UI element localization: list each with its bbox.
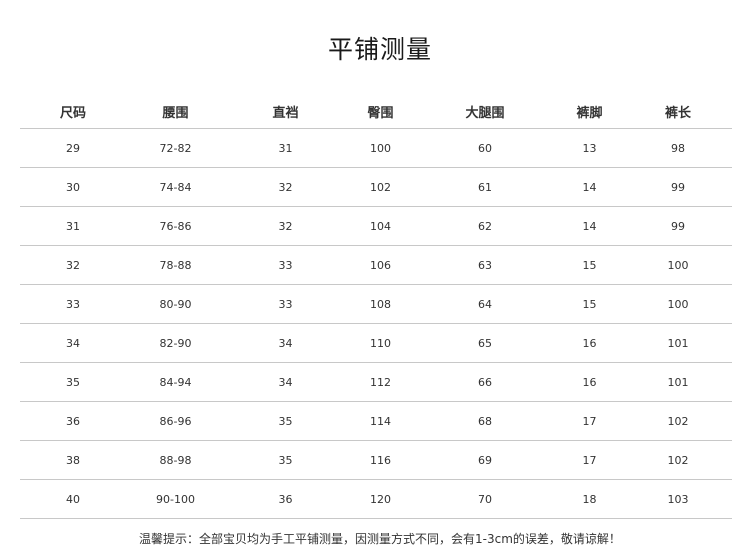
- cell-size: 30: [20, 167, 126, 207]
- cell-waist: 82-90: [126, 323, 225, 363]
- cell-rise: 33: [225, 245, 346, 285]
- cell-waist: 78-88: [126, 245, 225, 285]
- cell-rise: 32: [225, 167, 346, 207]
- cell-length: 101: [624, 323, 732, 363]
- cell-waist: 90-100: [126, 479, 225, 519]
- cell-hip: 102: [346, 167, 415, 207]
- table-row: 34 82-90 34 110 65 16 101: [20, 323, 732, 363]
- cell-rise: 33: [225, 284, 346, 324]
- cell-waist: 72-82: [126, 128, 225, 168]
- cell-hip: 106: [346, 245, 415, 285]
- cell-length: 99: [624, 167, 732, 207]
- cell-thigh: 66: [415, 362, 555, 402]
- header-waist: 腰围: [126, 88, 225, 129]
- header-hip: 臀围: [346, 88, 415, 129]
- header-row: 尺码 腰围 直裆 臀围 大腿围 裤脚 裤长: [20, 88, 732, 129]
- cell-hip: 100: [346, 128, 415, 168]
- header-size: 尺码: [20, 88, 126, 129]
- cell-rise: 35: [225, 440, 346, 480]
- cell-waist: 88-98: [126, 440, 225, 480]
- header-rise: 直裆: [225, 88, 346, 129]
- cell-rise: 31: [225, 128, 346, 168]
- cell-rise: 35: [225, 401, 346, 441]
- cell-rise: 34: [225, 362, 346, 402]
- table-row: 38 88-98 35 116 69 17 102: [20, 440, 732, 480]
- cell-thigh: 60: [415, 128, 555, 168]
- measurement-note: 温馨提示：全部宝贝均为手工平铺测量，因测量方式不同，会有1-3cm的误差，敬请谅…: [139, 532, 621, 546]
- cell-length: 101: [624, 362, 732, 402]
- cell-length: 100: [624, 284, 732, 324]
- size-table: 尺码 腰围 直裆 臀围 大腿围 裤脚 裤长 29 72-82 31 100 60 13 98…: [20, 88, 732, 519]
- cell-leg-opening: 15: [555, 245, 624, 285]
- cell-waist: 80-90: [126, 284, 225, 324]
- cell-size: 33: [20, 284, 126, 324]
- cell-size: 40: [20, 479, 126, 519]
- header-length: 裤长: [624, 88, 732, 129]
- cell-waist: 84-94: [126, 362, 225, 402]
- table-row: 29 72-82 31 100 60 13 98: [20, 128, 732, 168]
- cell-size: 34: [20, 323, 126, 363]
- cell-thigh: 63: [415, 245, 555, 285]
- cell-waist: 76-86: [126, 206, 225, 246]
- cell-length: 98: [624, 128, 732, 168]
- cell-leg-opening: 17: [555, 401, 624, 441]
- table-row: 33 80-90 33 108 64 15 100: [20, 284, 732, 324]
- cell-hip: 110: [346, 323, 415, 363]
- header-leg-opening: 裤脚: [555, 88, 624, 129]
- cell-hip: 112: [346, 362, 415, 402]
- cell-size: 31: [20, 206, 126, 246]
- header-thigh: 大腿围: [415, 88, 555, 129]
- table-row: 32 78-88 33 106 63 15 100: [20, 245, 732, 285]
- cell-size: 29: [20, 128, 126, 168]
- cell-leg-opening: 18: [555, 479, 624, 519]
- cell-leg-opening: 14: [555, 167, 624, 207]
- table-row: 36 86-96 35 114 68 17 102: [20, 401, 732, 441]
- cell-thigh: 61: [415, 167, 555, 207]
- cell-thigh: 69: [415, 440, 555, 480]
- cell-leg-opening: 13: [555, 128, 624, 168]
- cell-length: 103: [624, 479, 732, 519]
- cell-hip: 108: [346, 284, 415, 324]
- cell-size: 38: [20, 440, 126, 480]
- cell-leg-opening: 15: [555, 284, 624, 324]
- cell-hip: 116: [346, 440, 415, 480]
- cell-size: 36: [20, 401, 126, 441]
- cell-thigh: 62: [415, 206, 555, 246]
- table-row: 31 76-86 32 104 62 14 99: [20, 206, 732, 246]
- cell-thigh: 64: [415, 284, 555, 324]
- cell-hip: 120: [346, 479, 415, 519]
- cell-hip: 104: [346, 206, 415, 246]
- cell-leg-opening: 17: [555, 440, 624, 480]
- cell-thigh: 70: [415, 479, 555, 519]
- cell-length: 102: [624, 401, 732, 441]
- cell-leg-opening: 16: [555, 323, 624, 363]
- cell-hip: 114: [346, 401, 415, 441]
- cell-rise: 36: [225, 479, 346, 519]
- cell-rise: 32: [225, 206, 346, 246]
- cell-rise: 34: [225, 323, 346, 363]
- cell-thigh: 65: [415, 323, 555, 363]
- cell-thigh: 68: [415, 401, 555, 441]
- cell-size: 35: [20, 362, 126, 402]
- cell-length: 99: [624, 206, 732, 246]
- cell-length: 102: [624, 440, 732, 480]
- table-row: 35 84-94 34 112 66 16 101: [20, 362, 732, 402]
- cell-leg-opening: 14: [555, 206, 624, 246]
- cell-waist: 86-96: [126, 401, 225, 441]
- table-row: 40 90-100 36 120 70 18 103: [20, 479, 732, 519]
- table-row: 30 74-84 32 102 61 14 99: [20, 167, 732, 207]
- cell-length: 100: [624, 245, 732, 285]
- cell-waist: 74-84: [126, 167, 225, 207]
- page-title: 平铺测量: [327, 35, 432, 64]
- cell-leg-opening: 16: [555, 362, 624, 402]
- cell-size: 32: [20, 245, 126, 285]
